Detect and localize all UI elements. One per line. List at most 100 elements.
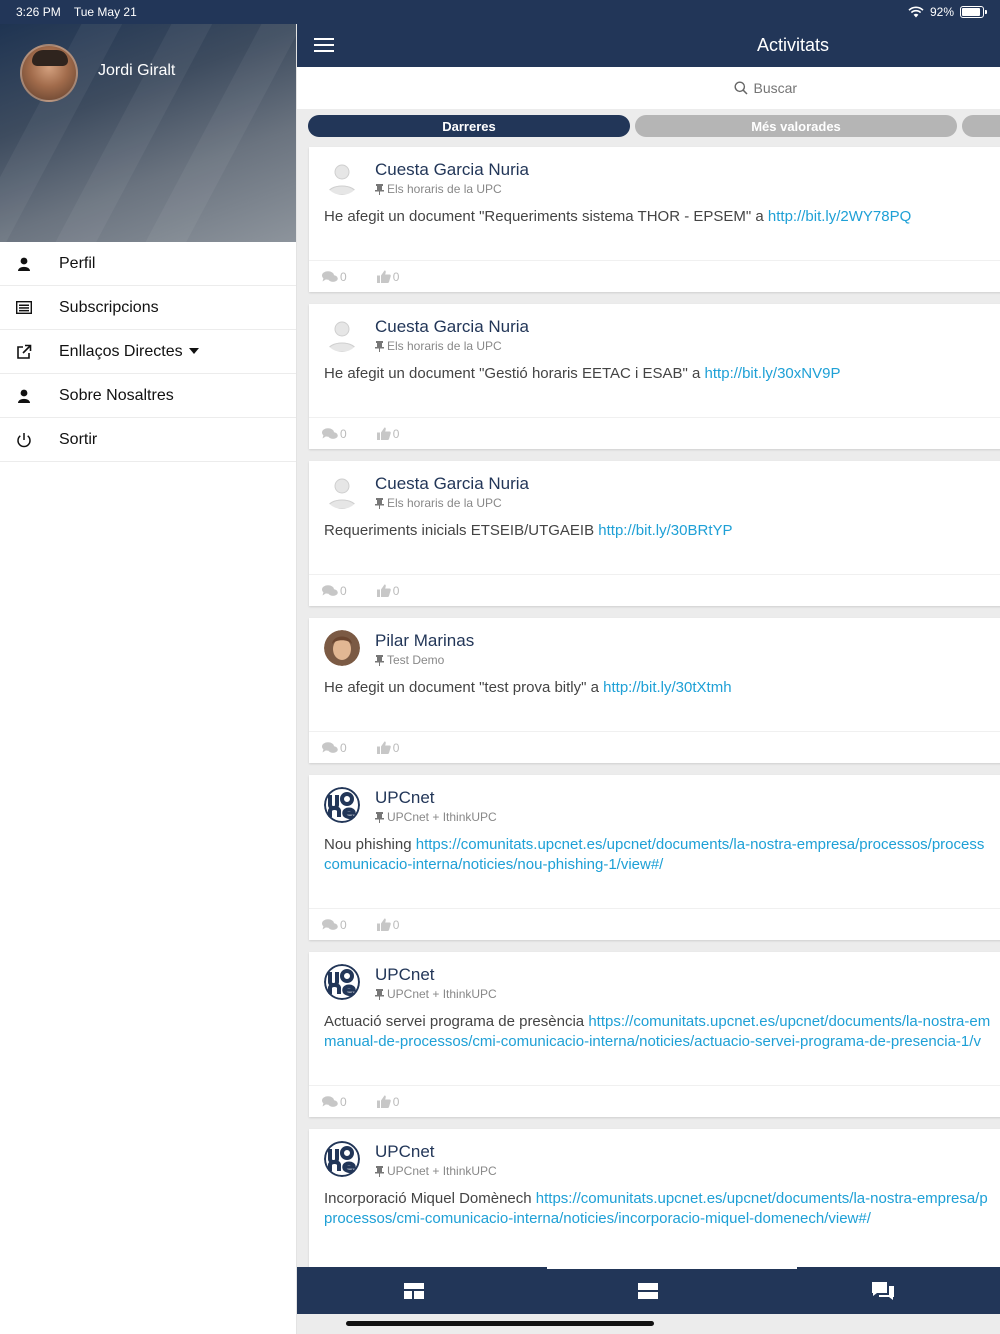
- thumbs-up-icon: [376, 584, 391, 597]
- post-text: Actuació servei programa de presència ht…: [324, 1013, 991, 1050]
- comments-icon: [322, 270, 338, 282]
- activity-list-icon: [638, 1282, 659, 1299]
- like-button[interactable]: 0: [376, 584, 399, 598]
- upcnet-logo[interactable]: [324, 964, 360, 1000]
- upcnet-logo[interactable]: [324, 1141, 360, 1177]
- comments-icon: [322, 584, 338, 596]
- post-link[interactable]: https://comunitats.upcnet.es/upcnet/docu…: [536, 1190, 988, 1207]
- comment-button[interactable]: 0: [322, 1095, 347, 1109]
- user-icon: [16, 388, 32, 404]
- tabs-bar: Darreres Més valorades: [297, 109, 1000, 145]
- avatar[interactable]: [20, 44, 78, 102]
- comment-button[interactable]: 0: [322, 270, 347, 284]
- search-bar: [297, 67, 1000, 109]
- dashboard-icon: [404, 1282, 425, 1299]
- battery-icon: [960, 6, 987, 18]
- post-text: Nou phishing https://comunitats.upcnet.e…: [324, 836, 985, 873]
- post-text: He afegit un document "Gestió horaris EE…: [324, 365, 841, 382]
- tab-more[interactable]: [962, 115, 1000, 137]
- post-author[interactable]: Cuesta Garcia Nuria: [375, 160, 529, 180]
- post-link[interactable]: https://comunitats.upcnet.es/upcnet/docu…: [588, 1013, 990, 1030]
- activity-card: UPCnet UPCnet + IthinkUPC Actuació serve…: [309, 952, 1000, 1117]
- status-date: Tue May 21: [73, 5, 137, 19]
- post-author[interactable]: UPCnet: [375, 788, 435, 808]
- comments-icon: [322, 427, 338, 439]
- avatar-placeholder[interactable]: [324, 473, 360, 509]
- post-link-continued[interactable]: comunicacio-interna/noticies/nou-phishin…: [324, 856, 663, 873]
- comment-button[interactable]: 0: [322, 741, 347, 755]
- post-link-continued[interactable]: manual-de-processos/cmi-comunicacio-inte…: [324, 1033, 981, 1050]
- like-button[interactable]: 0: [376, 741, 399, 755]
- status-time: 3:26 PM: [16, 5, 61, 19]
- pin-icon: [375, 811, 384, 823]
- active-tab-indicator: [547, 1267, 797, 1269]
- post-footer: 0 0: [309, 417, 1000, 449]
- pin-icon: [375, 183, 384, 195]
- status-right: 92%: [908, 5, 987, 19]
- activity-feed: Cuesta Garcia Nuria Els horaris de la UP…: [309, 147, 1000, 1291]
- post-text: Requeriments inicials ETSEIB/UTGAEIB htt…: [324, 522, 733, 539]
- post-context: Test Demo: [375, 653, 444, 667]
- search-input[interactable]: [753, 80, 874, 96]
- post-link-continued[interactable]: processos/cmi-comunicacio-interna/notici…: [324, 1210, 871, 1227]
- sidebar-item-label: Sobre Nosaltres: [59, 386, 174, 404]
- post-link[interactable]: http://bit.ly/2WY78PQ: [768, 208, 911, 225]
- avatar-placeholder[interactable]: [324, 316, 360, 352]
- tab-mes-valorades[interactable]: Més valorades: [635, 115, 957, 137]
- thumbs-up-icon: [376, 427, 391, 440]
- like-button[interactable]: 0: [376, 918, 399, 932]
- post-author[interactable]: Cuesta Garcia Nuria: [375, 317, 529, 337]
- sidebar-item-enllacos-directes[interactable]: Enllaços Directes: [0, 330, 296, 374]
- profile-name[interactable]: Jordi Giralt: [98, 62, 175, 80]
- activity-card: UPCnet UPCnet + IthinkUPC Nou phishing h…: [309, 775, 1000, 940]
- avatar-placeholder[interactable]: [324, 159, 360, 195]
- tab-darreres[interactable]: Darreres: [308, 115, 630, 137]
- pin-icon: [375, 497, 384, 509]
- menu-icon[interactable]: [314, 38, 334, 52]
- status-bar: 3:26 PM Tue May 21 92%: [0, 0, 1000, 24]
- post-context: Els horaris de la UPC: [375, 496, 502, 510]
- sidebar-item-sobre-nosaltres[interactable]: Sobre Nosaltres: [0, 374, 296, 418]
- sidebar-item-subscripcions[interactable]: Subscripcions: [0, 286, 296, 330]
- post-context: UPCnet + IthinkUPC: [375, 987, 497, 1001]
- post-text: He afegit un document "Requeriments sist…: [324, 208, 912, 225]
- post-author[interactable]: UPCnet: [375, 965, 435, 985]
- post-context: Els horaris de la UPC: [375, 182, 502, 196]
- activity-card: UPCnet UPCnet + IthinkUPC Incorporació M…: [309, 1129, 1000, 1279]
- comment-button[interactable]: 0: [322, 918, 347, 932]
- pin-icon: [375, 340, 384, 352]
- nav-tab-chat[interactable]: [766, 1267, 1000, 1314]
- post-link[interactable]: http://bit.ly/30tXtmh: [603, 679, 731, 696]
- like-button[interactable]: 0: [376, 1095, 399, 1109]
- post-footer: 0 0: [309, 731, 1000, 763]
- main-panel: Activitats Darreres Més valorades Cuesta…: [297, 24, 1000, 1334]
- post-footer: 0 0: [309, 908, 1000, 940]
- sidebar-item-perfil[interactable]: Perfil: [0, 242, 296, 286]
- pin-icon: [375, 654, 384, 666]
- post-text: He afegit un document "test prova bitly"…: [324, 679, 732, 696]
- avatar[interactable]: [324, 630, 360, 666]
- user-icon: [16, 256, 32, 272]
- list-icon: [16, 300, 32, 316]
- post-link[interactable]: https://comunitats.upcnet.es/upcnet/docu…: [416, 836, 985, 853]
- sidebar-item-sortir[interactable]: Sortir: [0, 418, 296, 462]
- sidebar-item-label: Enllaços Directes: [59, 343, 199, 361]
- post-footer: 0 0: [309, 1085, 1000, 1117]
- comment-button[interactable]: 0: [322, 584, 347, 598]
- post-footer: 0 0: [309, 260, 1000, 292]
- comment-button[interactable]: 0: [322, 427, 347, 441]
- upcnet-logo[interactable]: [324, 787, 360, 823]
- post-author[interactable]: Cuesta Garcia Nuria: [375, 474, 529, 494]
- post-author[interactable]: Pilar Marinas: [375, 631, 474, 651]
- like-button[interactable]: 0: [376, 427, 399, 441]
- thumbs-up-icon: [376, 741, 391, 754]
- post-author[interactable]: UPCnet: [375, 1142, 435, 1162]
- external-link-icon: [16, 344, 32, 360]
- post-link[interactable]: http://bit.ly/30BRtYP: [598, 522, 732, 539]
- sidebar-item-label: Sortir: [59, 430, 98, 448]
- nav-tab-activity[interactable]: [531, 1267, 765, 1314]
- like-button[interactable]: 0: [376, 270, 399, 284]
- nav-tab-dashboard[interactable]: [297, 1267, 531, 1314]
- post-link[interactable]: http://bit.ly/30xNV9P: [705, 365, 841, 382]
- pin-icon: [375, 1165, 384, 1177]
